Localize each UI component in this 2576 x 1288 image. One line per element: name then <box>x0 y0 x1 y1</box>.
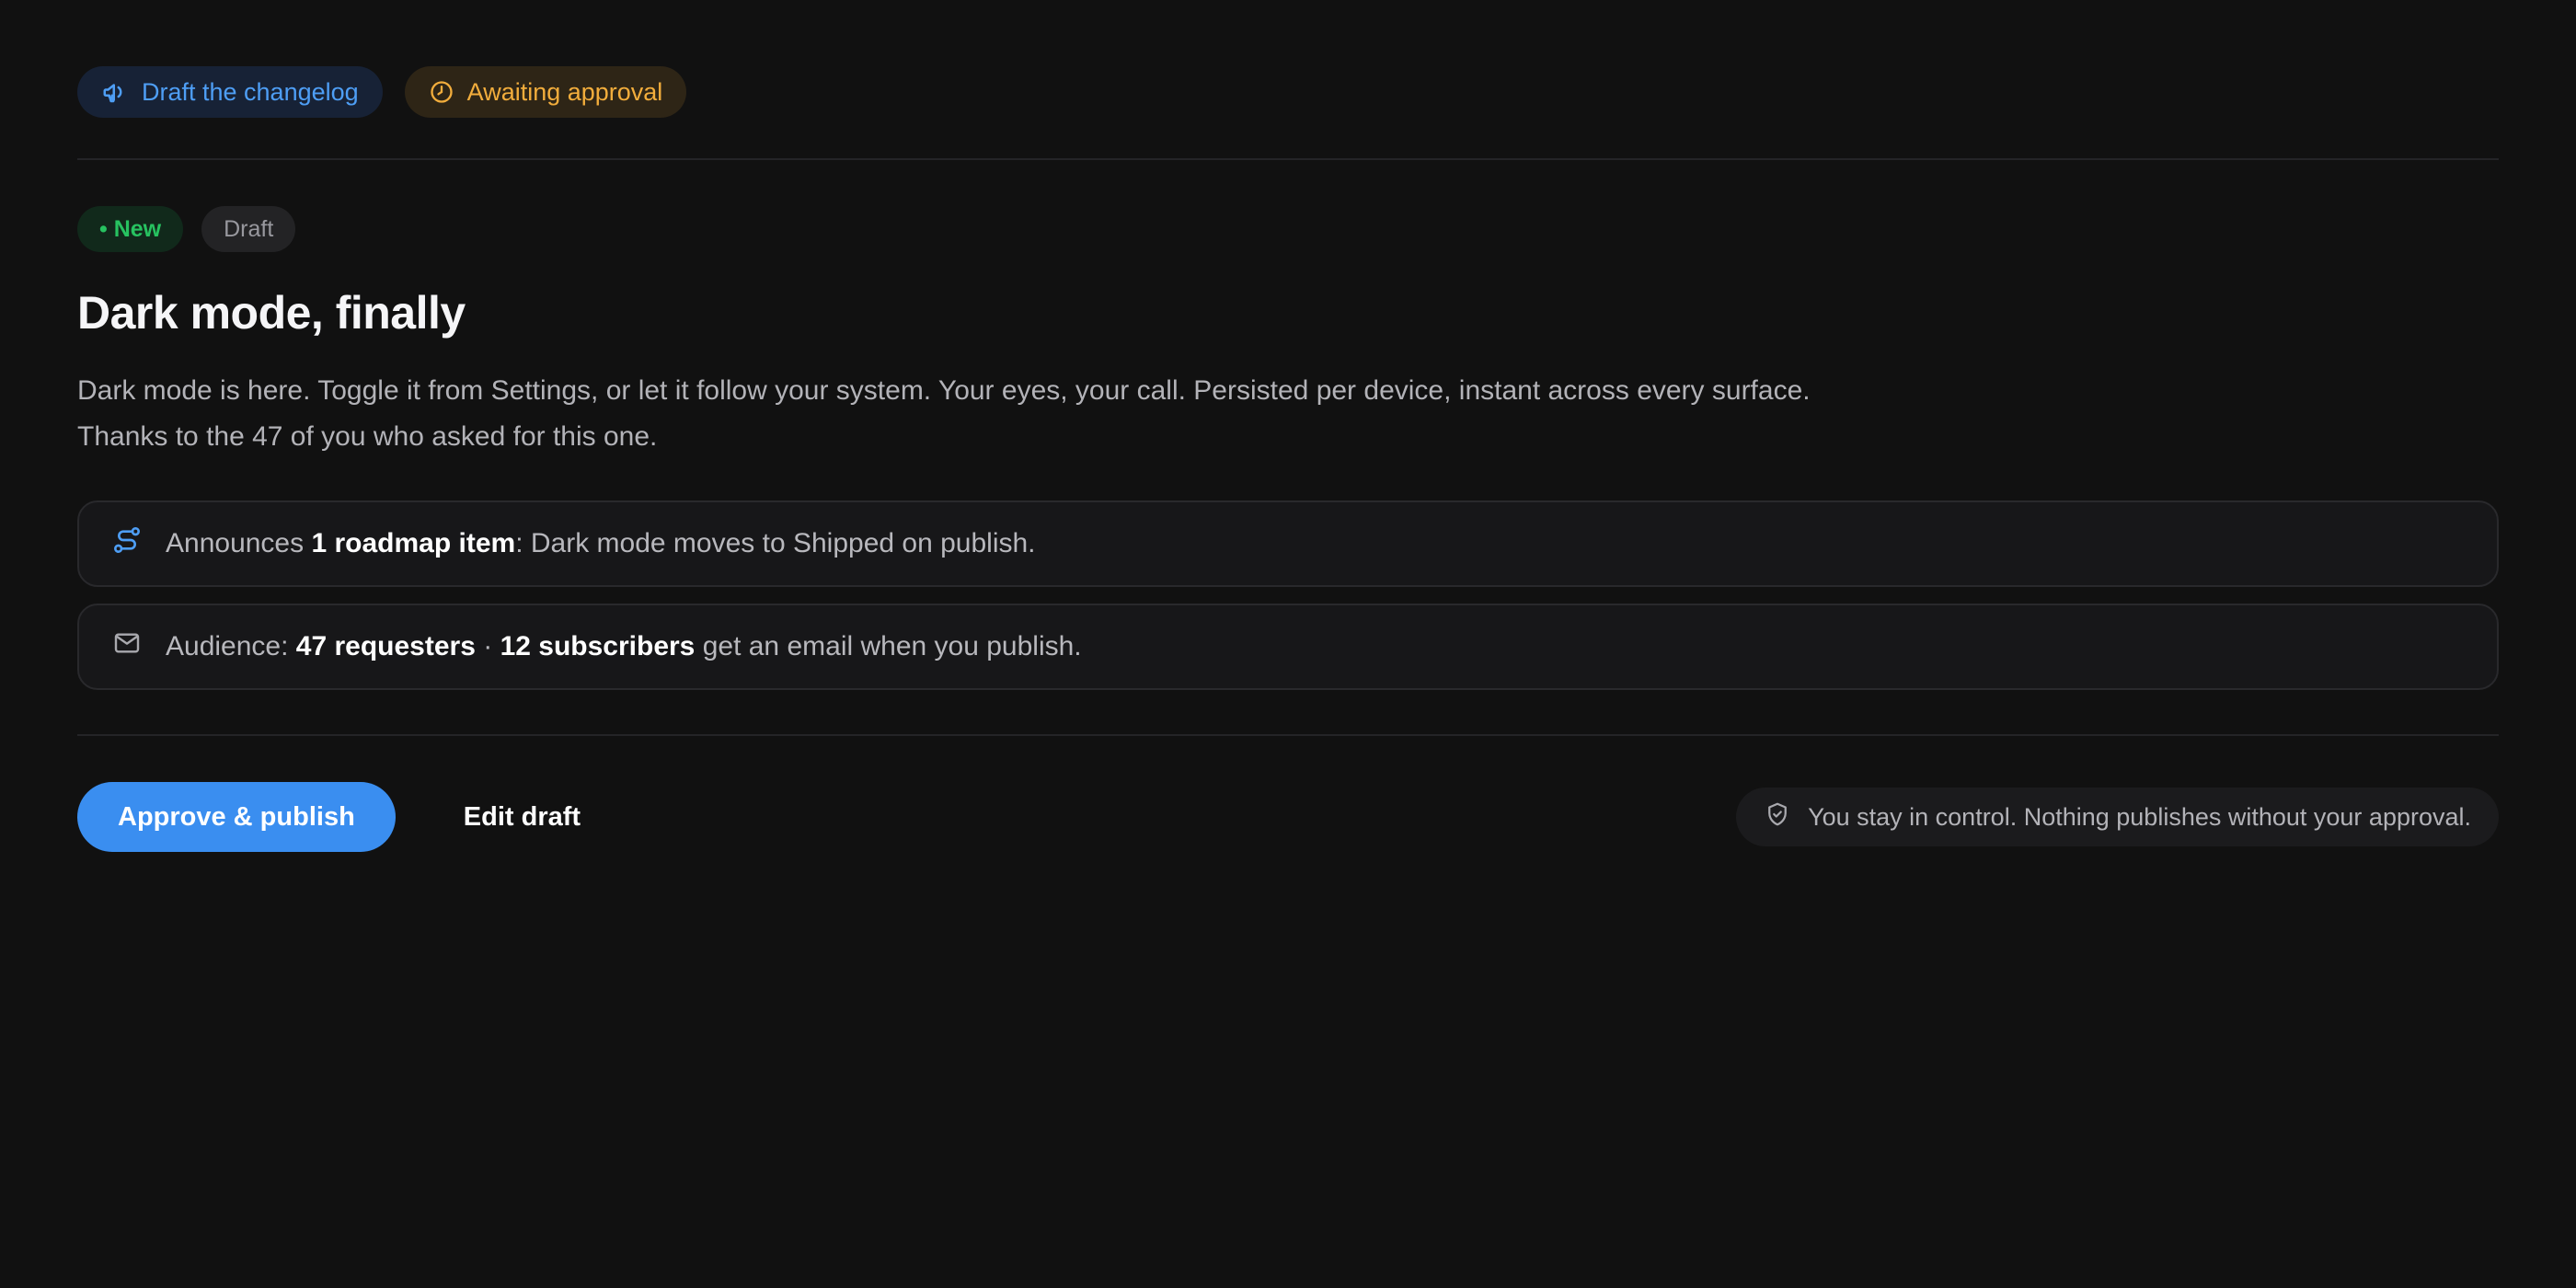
header-row: Draft the changelog Awaiting approval <box>77 66 2499 118</box>
entry-tags: • New Draft <box>77 206 2499 252</box>
audience-separator: · <box>475 631 500 661</box>
route-icon <box>112 525 142 562</box>
roadmap-text: Announces 1 roadmap item: Dark mode move… <box>166 528 1036 559</box>
audience-requesters: 47 requesters <box>295 631 476 661</box>
draft-tag: Draft <box>201 206 296 252</box>
audience-text: Audience: 47 requesters · 12 subscribers… <box>166 631 1082 662</box>
status-badge: Awaiting approval <box>404 66 687 118</box>
new-tag: • New <box>77 206 184 252</box>
entry-title: Dark mode, finally <box>77 287 466 339</box>
top-divider <box>77 158 2499 160</box>
edit-draft-button[interactable]: Edit draft <box>427 782 617 852</box>
audience-card: Audience: 47 requesters · 12 subscribers… <box>77 604 2499 690</box>
roadmap-prefix: Announces <box>166 528 312 558</box>
audience-prefix: Audience: <box>166 631 296 661</box>
mail-icon <box>112 628 142 665</box>
actions-divider <box>77 734 2499 736</box>
roadmap-count: 1 roadmap item <box>311 528 516 558</box>
task-pill: Draft the changelog <box>77 66 383 118</box>
approve-publish-button[interactable]: Approve & publish <box>77 782 396 852</box>
audience-subscribers: 12 subscribers <box>500 631 696 661</box>
control-note: You stay in control. Nothing publishes w… <box>1736 788 2499 846</box>
shield-check-icon <box>1764 800 1791 834</box>
roadmap-suffix: : Dark mode moves to Shipped on publish. <box>515 528 1036 558</box>
clock-icon <box>429 79 454 105</box>
audience-suffix: get an email when you publish. <box>695 631 1082 661</box>
roadmap-card: Announces 1 roadmap item: Dark mode move… <box>77 500 2499 587</box>
entry-body: Dark mode is here. Toggle it from Settin… <box>77 375 1811 452</box>
status-label: Awaiting approval <box>466 77 663 106</box>
control-note-text: You stay in control. Nothing publishes w… <box>1808 802 2471 831</box>
action-bar: Approve & publish Edit draft You stay in… <box>77 782 2499 852</box>
megaphone-icon <box>101 78 129 106</box>
changelog-draft-panel: Draft the changelog Awaiting approval • … <box>0 0 2576 852</box>
task-label: Draft the changelog <box>142 77 359 106</box>
